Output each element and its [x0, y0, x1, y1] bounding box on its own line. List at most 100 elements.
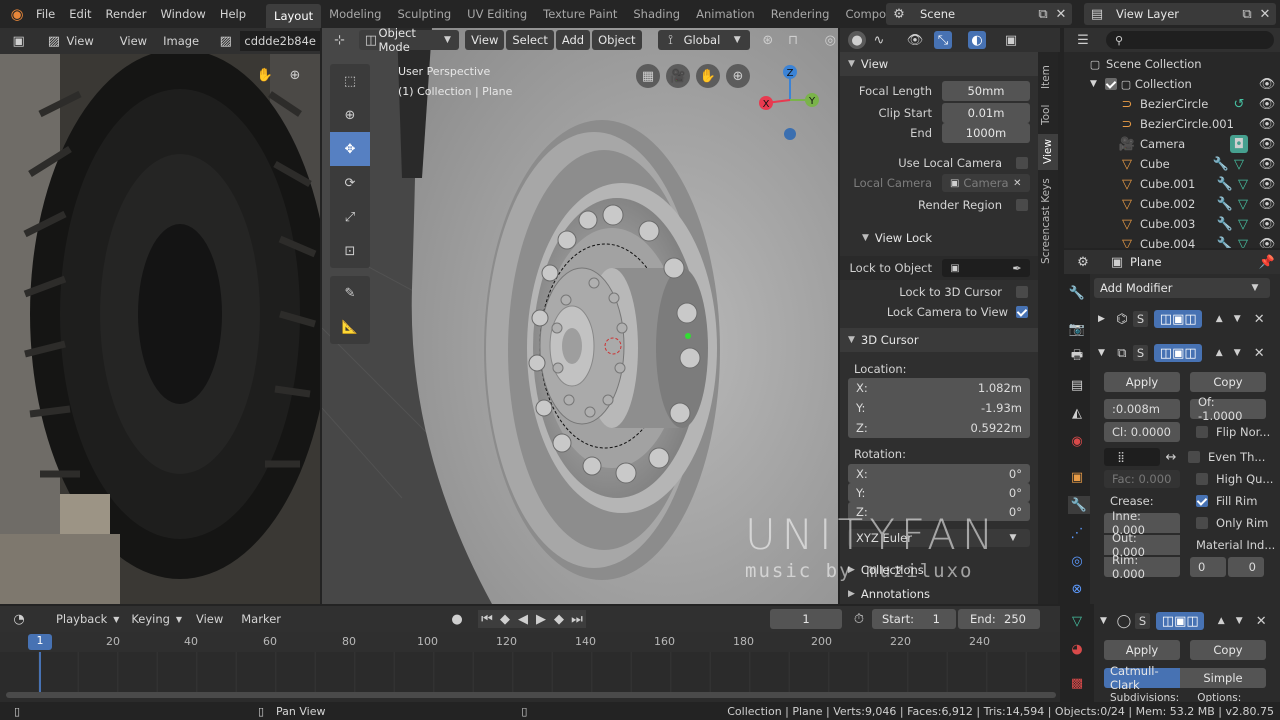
pan-hand-icon[interactable]: ✋ — [696, 64, 720, 88]
remove-modifier-icon[interactable]: ✕ — [1250, 344, 1268, 362]
output-tab-icon[interactable]: 🖶 — [1068, 348, 1086, 366]
tool-annotate[interactable]: ✎ — [330, 276, 370, 310]
render-region-row[interactable]: Render Region — [840, 198, 1038, 212]
tab-texture-paint[interactable]: Texture Paint — [535, 7, 625, 21]
location-x-field[interactable]: X: 1.082m — [848, 378, 1030, 398]
tab-item[interactable]: Item — [1040, 60, 1052, 94]
modifier-1-header[interactable]: ▶ ⌬ S ◫▣◫ ▲ ▼ ✕ — [1094, 308, 1280, 330]
even-thickness-checkbox[interactable] — [1188, 451, 1200, 463]
scene-tab-icon[interactable]: ◭ — [1068, 404, 1086, 422]
copy-button[interactable]: Copy — [1190, 372, 1266, 392]
world-tab-icon[interactable]: ◉ — [1068, 432, 1086, 450]
menu-window[interactable]: Window — [160, 7, 205, 21]
image-name-field[interactable]: cddde2b84e — [240, 31, 320, 51]
tool-rotate[interactable]: ⟳ — [330, 166, 370, 200]
tab-tool[interactable]: Tool — [1040, 100, 1052, 130]
rotation-y-field[interactable]: Y: 0° — [848, 483, 1030, 502]
timeline-view-menu[interactable]: View — [196, 612, 223, 626]
invert-icon[interactable]: ↔ — [1162, 448, 1180, 466]
outliner-item-cube004[interactable]: ▽ Cube.004 🔧 ▽ 👁 — [1064, 234, 1280, 249]
editor-type-icon[interactable]: ☰ — [1074, 31, 1092, 49]
factor-field[interactable]: Fac: 0.000 — [1104, 470, 1180, 488]
move-up-icon[interactable]: ▲ — [1212, 612, 1230, 630]
rotation-mode-dropdown[interactable]: XYZ Euler ▼ — [848, 529, 1030, 547]
particles-tab-icon[interactable]: ⋰ — [1068, 524, 1086, 542]
collections-header[interactable]: ▶ Collections — [840, 558, 1038, 582]
zoom-icon[interactable]: ⊕ — [286, 66, 304, 84]
current-frame-field[interactable]: 1 — [770, 609, 842, 629]
material-offset-field[interactable]: 0 — [1190, 557, 1226, 577]
move-up-icon[interactable]: ▲ — [1210, 310, 1228, 328]
gizmo-toggle-icon[interactable]: ⤡ — [934, 31, 952, 49]
texture-tab-icon[interactable]: ▩ — [1068, 674, 1086, 692]
lock-to-cursor-row[interactable]: Lock to 3D Cursor — [840, 282, 1038, 302]
clip-start-field[interactable]: 0.01m — [942, 103, 1030, 123]
use-local-camera-checkbox[interactable] — [1016, 157, 1028, 169]
focal-length-field[interactable]: 50mm — [942, 81, 1030, 101]
apply-button[interactable]: Apply — [1104, 640, 1180, 660]
modifier-2-name[interactable]: S — [1132, 345, 1149, 361]
playback-menu[interactable]: Playback — [56, 612, 107, 626]
eye-icon[interactable]: 👁 — [1258, 215, 1276, 233]
tool-cursor[interactable]: ⊕ — [330, 98, 370, 132]
tool-scale[interactable]: ⤢ — [330, 200, 370, 234]
tab-uv-editing[interactable]: UV Editing — [459, 7, 535, 21]
local-camera-field[interactable]: ▣ Camera ✕ — [942, 174, 1030, 192]
simple-button[interactable]: Simple — [1180, 668, 1266, 688]
next-keyframe-icon[interactable]: ◆ — [550, 610, 568, 628]
eye-icon[interactable]: 👁 — [1258, 115, 1276, 133]
material-tab-icon[interactable]: ◕ — [1068, 640, 1086, 658]
modifier-3-header[interactable]: ▼ ◯ S ◫▣◫ ▲ ▼ ✕ — [1094, 610, 1280, 632]
outliner-item-cube002[interactable]: ▽ Cube.002 🔧 ▽ 👁 — [1064, 194, 1280, 214]
close-icon[interactable]: ✕ — [1052, 5, 1070, 23]
eye-icon[interactable]: 👁 — [1258, 75, 1276, 93]
menu-file[interactable]: File — [36, 7, 55, 21]
rim-crease-field[interactable]: Rim: 0.000 — [1104, 553, 1180, 581]
remove-modifier-icon[interactable]: ✕ — [1252, 612, 1270, 630]
lock-camera-checkbox[interactable] — [1016, 306, 1028, 318]
collection-checkbox[interactable] — [1104, 78, 1117, 90]
pin-icon[interactable]: 📌 — [1258, 253, 1276, 271]
tool-tab-icon[interactable]: 🔧 — [1068, 284, 1086, 302]
image-view-menu[interactable]: View — [67, 34, 94, 48]
blender-logo-icon[interactable]: ◉ — [8, 5, 26, 23]
catmull-clark-button[interactable]: Catmull-Clark — [1104, 664, 1180, 692]
add-modifier-dropdown[interactable]: Add Modifier ▼ — [1094, 278, 1270, 298]
menu-help[interactable]: Help — [220, 7, 246, 21]
move-down-icon[interactable]: ▼ — [1228, 344, 1246, 362]
menu-render[interactable]: Render — [106, 7, 147, 21]
editor-type-icon[interactable]: ⚙ — [1074, 253, 1092, 271]
render-region-checkbox[interactable] — [1016, 199, 1028, 211]
image-view-menu-2[interactable]: View — [120, 34, 147, 48]
snap-icon[interactable]: ⊓ — [786, 31, 801, 49]
image-icon[interactable]: ▨ — [45, 32, 62, 50]
view-layer-tab-icon[interactable]: ▤ — [1068, 376, 1086, 394]
collapse-icon[interactable]: ▼ — [1098, 348, 1105, 358]
play-reverse-icon[interactable]: ◀ — [514, 610, 532, 628]
apply-button[interactable]: Apply — [1104, 372, 1180, 392]
tool-move[interactable]: ✥ — [330, 132, 370, 166]
tool-select-box[interactable]: ⬚ — [330, 64, 370, 98]
editor-type-icon[interactable]: ◔ — [10, 610, 28, 628]
outer-crease-field[interactable]: Out: 0.000 — [1104, 531, 1180, 559]
viewport-view-menu[interactable]: View — [465, 30, 505, 50]
lock-to-object-field[interactable]: ▣ ✒ — [942, 259, 1030, 277]
xray-icon[interactable]: ▣ — [1002, 31, 1020, 49]
object-data-tab-icon[interactable]: ▽ — [1068, 612, 1086, 630]
prev-keyframe-icon[interactable]: ◆ — [496, 610, 514, 628]
timeline-scrollbar[interactable] — [6, 692, 1056, 698]
image-menu[interactable]: Image — [163, 34, 199, 48]
scene-collection-row[interactable]: ▢ Scene Collection — [1064, 54, 1280, 74]
jump-end-icon[interactable]: ⏭ — [568, 610, 586, 628]
editor-type-icon[interactable]: ▣ — [10, 32, 27, 50]
outliner-search[interactable]: ⚲ — [1106, 31, 1274, 49]
rim-material-offset-field[interactable]: 0 — [1228, 557, 1264, 577]
tool-measure[interactable]: 📐 — [330, 310, 370, 344]
collection-row[interactable]: ▼ ▢ Collection 👁 — [1064, 74, 1280, 94]
pan-hand-icon[interactable]: ✋ — [256, 66, 274, 84]
fill-rim-checkbox[interactable] — [1196, 495, 1208, 507]
move-up-icon[interactable]: ▲ — [1210, 344, 1228, 362]
lock-to-cursor-checkbox[interactable] — [1016, 286, 1028, 298]
outliner-item-beziercircle[interactable]: ⊃ BezierCircle ↺ 👁 — [1064, 94, 1280, 114]
tab-rendering[interactable]: Rendering — [763, 7, 838, 21]
